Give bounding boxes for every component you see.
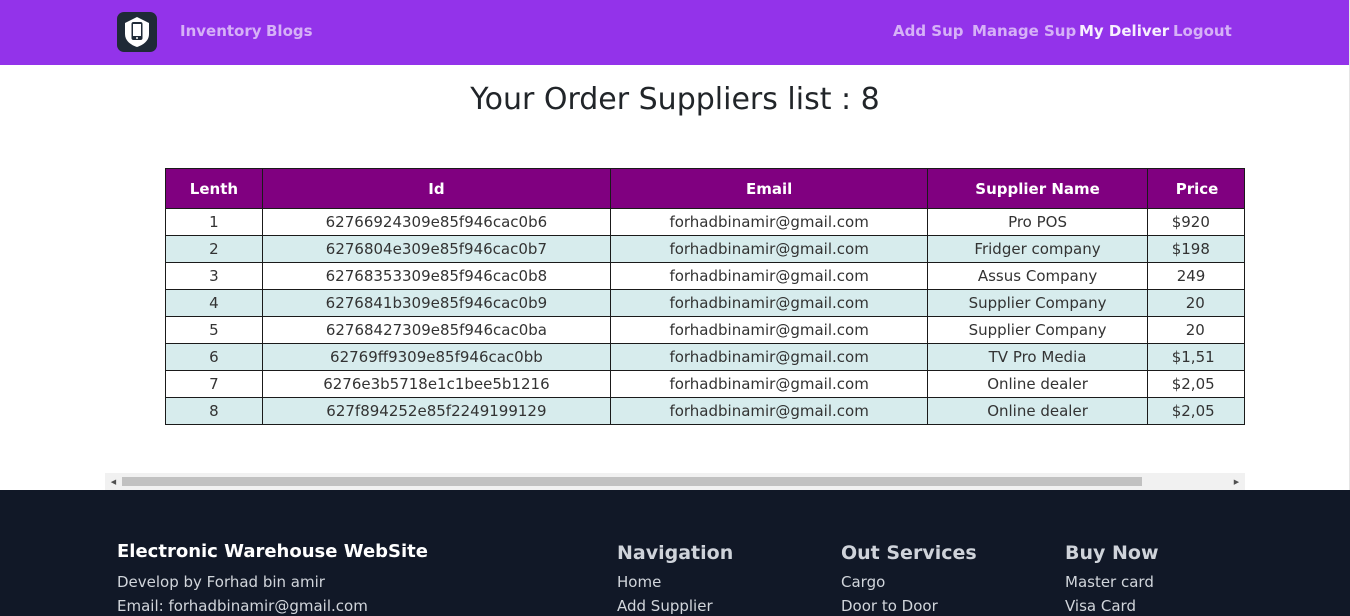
- footer-buy-title: Buy Now: [1065, 542, 1159, 564]
- footer: Electronic Warehouse WebSite Develop by …: [0, 490, 1350, 616]
- nav-link-logout[interactable]: Logout: [1173, 22, 1232, 40]
- cell-price: 20: [1146, 316, 1245, 344]
- cell-lenth: 3: [165, 262, 263, 290]
- cell-email: forhadbinamir@gmail.com: [609, 397, 929, 425]
- footer-brand: Electronic Warehouse WebSite: [117, 541, 428, 562]
- cell-supplier-name: Online dealer: [927, 370, 1148, 398]
- cell-lenth: 2: [165, 235, 263, 263]
- footer-link-add-supplier[interactable]: Add Supplier: [617, 597, 713, 615]
- cell-id: 6276e3b5718e1c1bee5b1216: [261, 370, 611, 398]
- cell-price: $2,05: [1146, 397, 1245, 425]
- nav-link-my-deliver[interactable]: My Deliver: [1079, 22, 1169, 40]
- footer-link-cargo[interactable]: Cargo: [841, 573, 885, 591]
- table-row: 1 62766924309e85f946cac0b6 forhadbinamir…: [165, 208, 1245, 236]
- cell-email: forhadbinamir@gmail.com: [609, 370, 929, 398]
- footer-link-home[interactable]: Home: [617, 573, 661, 591]
- cell-lenth: 5: [165, 316, 263, 344]
- cell-price: $198: [1146, 235, 1245, 263]
- cell-email: forhadbinamir@gmail.com: [609, 208, 929, 236]
- nav-link-add-sup[interactable]: Add Sup: [893, 22, 964, 40]
- column-header-lenth: Lenth: [165, 168, 263, 209]
- cell-price: 249: [1146, 262, 1245, 290]
- table-row: 4 6276841b309e85f946cac0b9 forhadbinamir…: [165, 289, 1245, 317]
- footer-link-master-card[interactable]: Master card: [1065, 573, 1154, 591]
- table-row: 5 62768427309e85f946cac0ba forhadbinamir…: [165, 316, 1245, 344]
- horizontal-scrollbar[interactable]: ◀ ▶: [105, 473, 1245, 490]
- nav-link-manage-sup[interactable]: Manage Sup: [972, 22, 1076, 40]
- cell-email: forhadbinamir@gmail.com: [609, 343, 929, 371]
- nav-link-blogs[interactable]: Blogs: [266, 22, 313, 40]
- table-scroll-container[interactable]: Lenth Id Email Supplier Name Price 1 627…: [105, 148, 1245, 490]
- table-row: 3 62768353309e85f946cac0b8 forhadbinamir…: [165, 262, 1245, 290]
- footer-navigation-title: Navigation: [617, 542, 734, 564]
- page-title: Your Order Suppliers list : 8: [470, 82, 880, 117]
- cell-price: $2,05: [1146, 370, 1245, 398]
- table-row: 6 62769ff9309e85f946cac0bb forhadbinamir…: [165, 343, 1245, 371]
- footer-developer: Develop by Forhad bin amir: [117, 573, 325, 591]
- cell-price: $920: [1146, 208, 1245, 236]
- cell-email: forhadbinamir@gmail.com: [609, 262, 929, 290]
- cell-id: 62766924309e85f946cac0b6: [261, 208, 611, 236]
- cell-email: forhadbinamir@gmail.com: [609, 289, 929, 317]
- cell-supplier-name: Pro POS: [927, 208, 1148, 236]
- cell-supplier-name: Supplier Company: [927, 289, 1148, 317]
- cell-id: 62768353309e85f946cac0b8: [261, 262, 611, 290]
- cell-supplier-name: Supplier Company: [927, 316, 1148, 344]
- cell-price: $1,51: [1146, 343, 1245, 371]
- cell-lenth: 6: [165, 343, 263, 371]
- table-row: 8 627f894252e85f2249199129 forhadbinamir…: [165, 397, 1245, 425]
- cell-id: 6276841b309e85f946cac0b9: [261, 289, 611, 317]
- scroll-right-icon[interactable]: ▶: [1228, 473, 1245, 490]
- nav-link-inventory[interactable]: Inventory: [180, 22, 262, 40]
- column-header-id: Id: [261, 168, 611, 209]
- table-row: 2 6276804e309e85f946cac0b7 forhadbinamir…: [165, 235, 1245, 263]
- footer-email: Email: forhadbinamir@gmail.com: [117, 597, 368, 615]
- cell-email: forhadbinamir@gmail.com: [609, 316, 929, 344]
- cell-id: 627f894252e85f2249199129: [261, 397, 611, 425]
- column-header-email: Email: [609, 168, 929, 209]
- cell-lenth: 8: [165, 397, 263, 425]
- cell-lenth: 4: [165, 289, 263, 317]
- table-header-row: Lenth Id Email Supplier Name Price: [165, 168, 1245, 209]
- footer-link-door-to-door[interactable]: Door to Door: [841, 597, 938, 615]
- scroll-left-icon[interactable]: ◀: [105, 473, 122, 490]
- cell-supplier-name: TV Pro Media: [927, 343, 1148, 371]
- cell-id: 6276804e309e85f946cac0b7: [261, 235, 611, 263]
- column-header-price: Price: [1146, 168, 1245, 209]
- table-row: 7 6276e3b5718e1c1bee5b1216 forhadbinamir…: [165, 370, 1245, 398]
- phone-shield-icon: [125, 17, 149, 47]
- cell-id: 62768427309e85f946cac0ba: [261, 316, 611, 344]
- column-header-supplier-name: Supplier Name: [927, 168, 1148, 209]
- cell-lenth: 1: [165, 208, 263, 236]
- navbar: Inventory Blogs Add Sup Manage Sup My De…: [0, 0, 1350, 65]
- cell-id: 62769ff9309e85f946cac0bb: [261, 343, 611, 371]
- cell-supplier-name: Online dealer: [927, 397, 1148, 425]
- scrollbar-thumb[interactable]: [122, 477, 1142, 486]
- footer-services-title: Out Services: [841, 542, 977, 564]
- cell-supplier-name: Fridger company: [927, 235, 1148, 263]
- cell-price: 20: [1146, 289, 1245, 317]
- footer-link-visa-card[interactable]: Visa Card: [1065, 597, 1136, 615]
- cell-email: forhadbinamir@gmail.com: [609, 235, 929, 263]
- cell-lenth: 7: [165, 370, 263, 398]
- logo[interactable]: [117, 12, 157, 52]
- orders-table: Lenth Id Email Supplier Name Price 1 627…: [165, 168, 1245, 425]
- cell-supplier-name: Assus Company: [927, 262, 1148, 290]
